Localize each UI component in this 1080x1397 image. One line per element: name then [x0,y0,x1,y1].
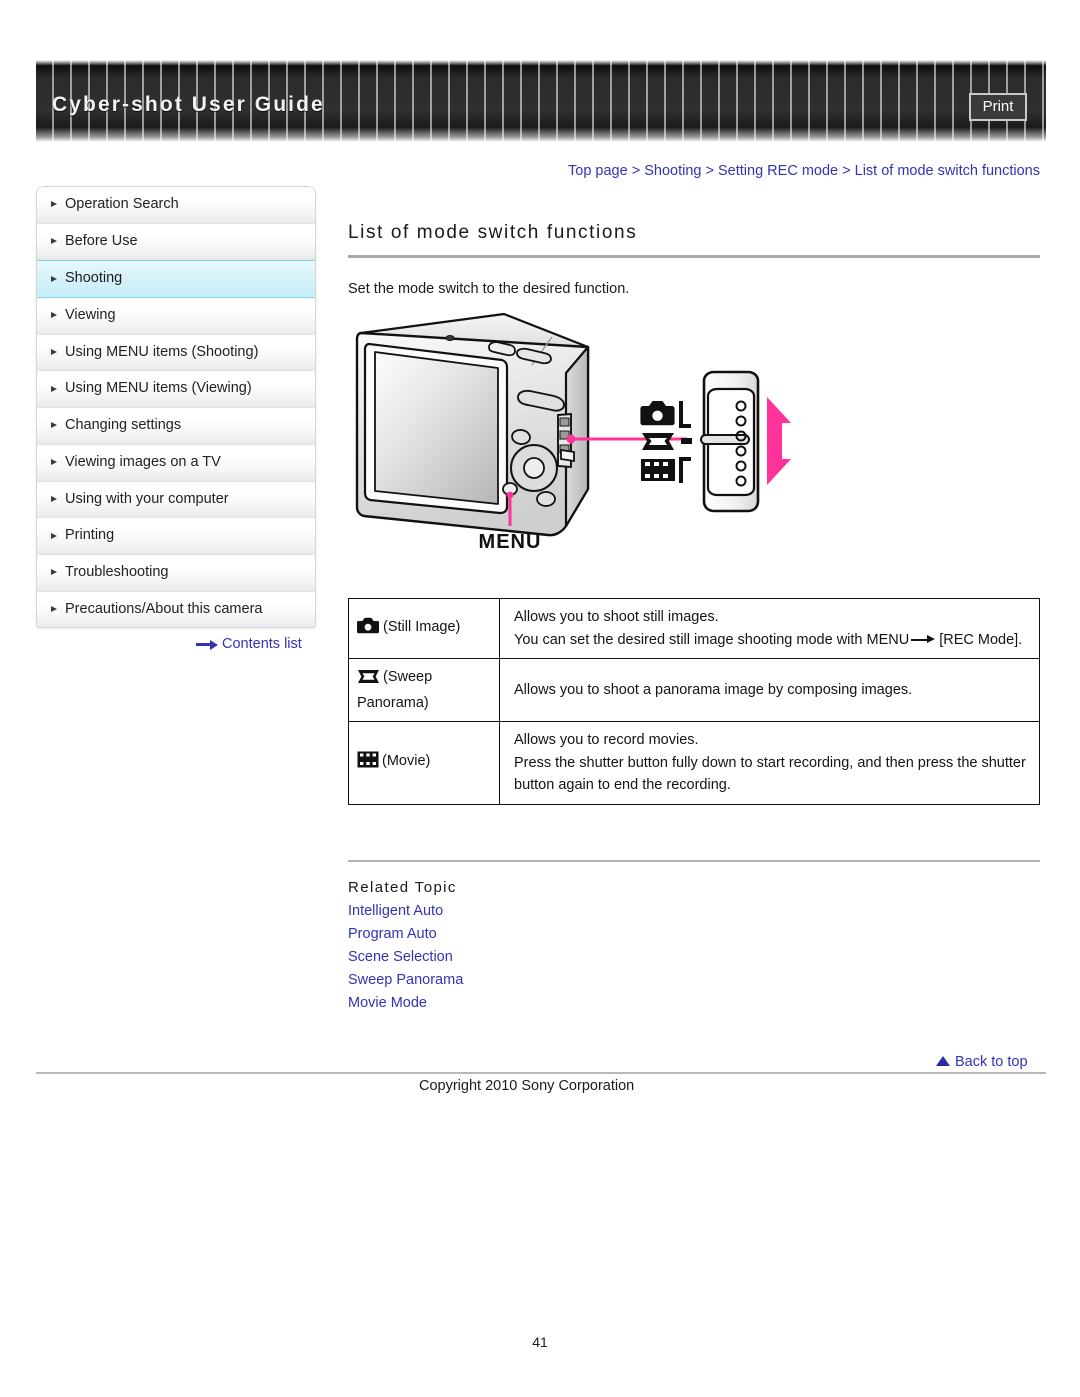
desc-line: Allows you to record movies. [514,732,699,748]
breadcrumb-item-top-page[interactable]: Top page [568,163,628,179]
breadcrumb: Top page > Shooting > Setting REC mode >… [568,163,1040,179]
desc-line: Allows you to shoot still images. [514,609,719,625]
bullet-triangle-icon [51,605,57,612]
related-link-intelligent-auto[interactable]: Intelligent Auto [348,903,443,919]
sidebar-item-label: Viewing images on a TV [65,453,221,470]
back-to-top-label: Back to top [955,1054,1028,1070]
related-link-sweep-panorama[interactable]: Sweep Panorama [348,972,463,988]
sidebar-item-label: Using MENU items (Shooting) [65,343,259,360]
sidebar-item-label: Before Use [65,232,138,249]
bullet-triangle-icon [51,312,57,319]
right-arrow-icon [911,635,937,644]
sidebar-item-label: Printing [65,527,115,544]
sidebar-item-label: Using MENU items (Viewing) [65,380,252,397]
right-arrow-icon [196,639,218,650]
sidebar-item-label: Using with your computer [65,490,229,507]
sidebar-item-label: Changing settings [65,417,182,434]
bullet-triangle-icon [51,422,57,429]
sidebar-item-label: Troubleshooting [65,563,169,580]
sidebar-item-viewing[interactable]: Viewing [37,298,315,335]
copyright-notice: Copyright 2010 Sony Corporation [419,1078,635,1094]
related-link-program-auto[interactable]: Program Auto [348,926,437,942]
breadcrumb-separator: > [631,163,641,179]
sidebar-item-shooting[interactable]: Shooting [37,260,315,299]
print-button[interactable]: Print [969,93,1027,121]
sidebar-item-label: Shooting [65,270,123,287]
still-image-icon [357,617,380,642]
desc-cell-sweep-panorama: Allows you to shoot a panorama image by … [499,658,1040,722]
desc-line: You can set the desired still image shoo… [514,629,1030,652]
breadcrumb-item-setting-rec-mode[interactable]: Setting REC mode [718,163,838,179]
sidebar-item-before-use[interactable]: Before Use [37,223,315,261]
footer-divider [36,1072,1046,1074]
sidebar-item-operation-search[interactable]: Operation Search [37,187,315,224]
related-topic-heading: Related Topic [348,878,457,896]
sidebar-item-using-menu-items-shooting[interactable]: Using MENU items (Shooting) [37,334,315,372]
sidebar-item-label: Precautions/About this camera [65,600,263,617]
mode-cell-still-image: (Still Image) [348,598,500,659]
title-divider [348,255,1040,258]
contents-list-link[interactable]: Contents list [196,636,302,652]
table-row: (Still Image) Allows you to shoot still … [348,598,1040,659]
table-row: (Movie) Allows you to record movies. Pre… [348,721,1040,805]
sidebar-nav: Operation Search Before Use Shooting Vie… [36,186,316,629]
bullet-triangle-icon [51,495,57,502]
back-to-top-link[interactable]: Back to top [936,1054,1028,1070]
sidebar-item-viewing-images-on-a-tv[interactable]: Viewing images on a TV [37,444,315,482]
contents-list-label: Contents list [222,636,302,652]
sidebar-item-changing-settings[interactable]: Changing settings [37,408,315,445]
bullet-triangle-icon [51,275,57,282]
desc-cell-movie: Allows you to record movies. Press the s… [499,721,1040,805]
bullet-triangle-icon [51,569,57,576]
desc-line: Press the shutter button fully down to s… [514,754,1026,794]
desc-cell-still-image: Allows you to shoot still images. You ca… [499,598,1040,659]
camera-mode-switch-figure: MENU [352,311,1040,588]
bullet-triangle-icon [51,349,57,356]
sidebar-item-using-menu-items-viewing[interactable]: Using MENU items (Viewing) [37,371,315,409]
breadcrumb-item-current[interactable]: List of mode switch functions [855,163,1040,179]
breadcrumb-item-shooting[interactable]: Shooting [644,163,701,179]
bullet-triangle-icon [51,532,57,539]
bullet-triangle-icon [51,459,57,466]
desc-text-a: You can set the desired still image shoo… [514,631,910,648]
sidebar-item-printing[interactable]: Printing [37,518,315,555]
sidebar-item-troubleshooting[interactable]: Troubleshooting [37,554,315,592]
related-link-movie-mode[interactable]: Movie Mode [348,995,427,1011]
movie-icon [357,751,379,776]
desc-text-b: [REC Mode]. [939,631,1023,648]
mode-switch-table: (Still Image) Allows you to shoot still … [348,598,1040,805]
app-title: Cyber-shot User Guide [52,93,325,116]
sidebar-item-label: Viewing [65,307,116,324]
page-title: List of mode switch functions [348,222,638,243]
mode-cell-sweep-panorama: (Sweep Panorama) [348,658,500,722]
bullet-triangle-icon [51,201,57,208]
sweep-panorama-icon [357,669,380,692]
desc-line: Allows you to shoot a panorama image by … [514,681,913,698]
related-divider [348,859,1040,862]
related-link-scene-selection[interactable]: Scene Selection [348,949,453,965]
sidebar-item-precautions-about-this-camera[interactable]: Precautions/About this camera [37,591,315,628]
page-number: 41 [532,1334,548,1350]
bullet-triangle-icon [51,385,57,392]
breadcrumb-separator: > [842,163,851,179]
main-content: List of mode switch functions Set the mo… [348,222,1040,1011]
table-row: (Sweep Panorama) Allows you to shoot a p… [348,658,1040,722]
intro-paragraph: Set the mode switch to the desired funct… [348,281,630,297]
sidebar-item-label: Operation Search [65,196,179,212]
up-triangle-icon [936,1056,950,1066]
sidebar-item-using-with-your-computer[interactable]: Using with your computer [37,481,315,519]
mode-label: (Movie) [382,753,431,769]
breadcrumb-separator: > [705,163,714,179]
mode-cell-movie: (Movie) [348,721,500,805]
bullet-triangle-icon [51,238,57,245]
svg-text:MENU: MENU [479,531,542,553]
mode-label: (Still Image) [383,618,461,635]
